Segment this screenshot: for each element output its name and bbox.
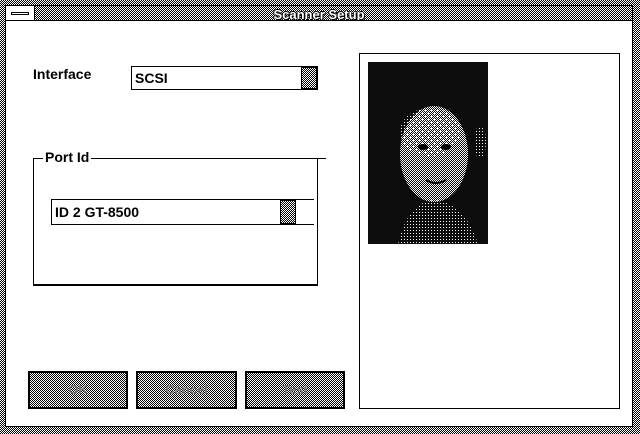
cancel-button[interactable]: Cancel <box>136 371 237 409</box>
interface-select[interactable]: SCSI <box>131 66 318 90</box>
ok-button-label: OK <box>68 382 88 397</box>
interface-value: SCSI <box>135 70 168 86</box>
system-menu-icon[interactable] <box>5 5 35 21</box>
interface-label: Interface <box>33 66 92 82</box>
group-top-extension <box>318 158 326 159</box>
test-button[interactable]: Test <box>245 371 345 409</box>
title-bar[interactable]: Scanner Setup <box>5 5 633 22</box>
interface-dropdown-icon[interactable] <box>301 67 317 89</box>
ok-button[interactable]: OK <box>28 371 128 409</box>
preview-image <box>368 62 488 244</box>
preview-panel <box>359 53 620 409</box>
port-id-group-label: Port Id <box>43 149 92 165</box>
portrait-image <box>368 62 488 244</box>
port-id-dropdown-icon[interactable] <box>280 200 296 224</box>
port-id-select[interactable]: ID 2 GT-8500 <box>51 199 314 225</box>
port-id-value: ID 2 GT-8500 <box>55 204 140 220</box>
cancel-button-label: Cancel <box>165 382 208 397</box>
test-button-label: Test <box>282 382 308 397</box>
scanner-setup-window: Scanner Setup Interface SCSI Port Id ID … <box>0 0 640 434</box>
system-menu-bar <box>11 12 29 15</box>
